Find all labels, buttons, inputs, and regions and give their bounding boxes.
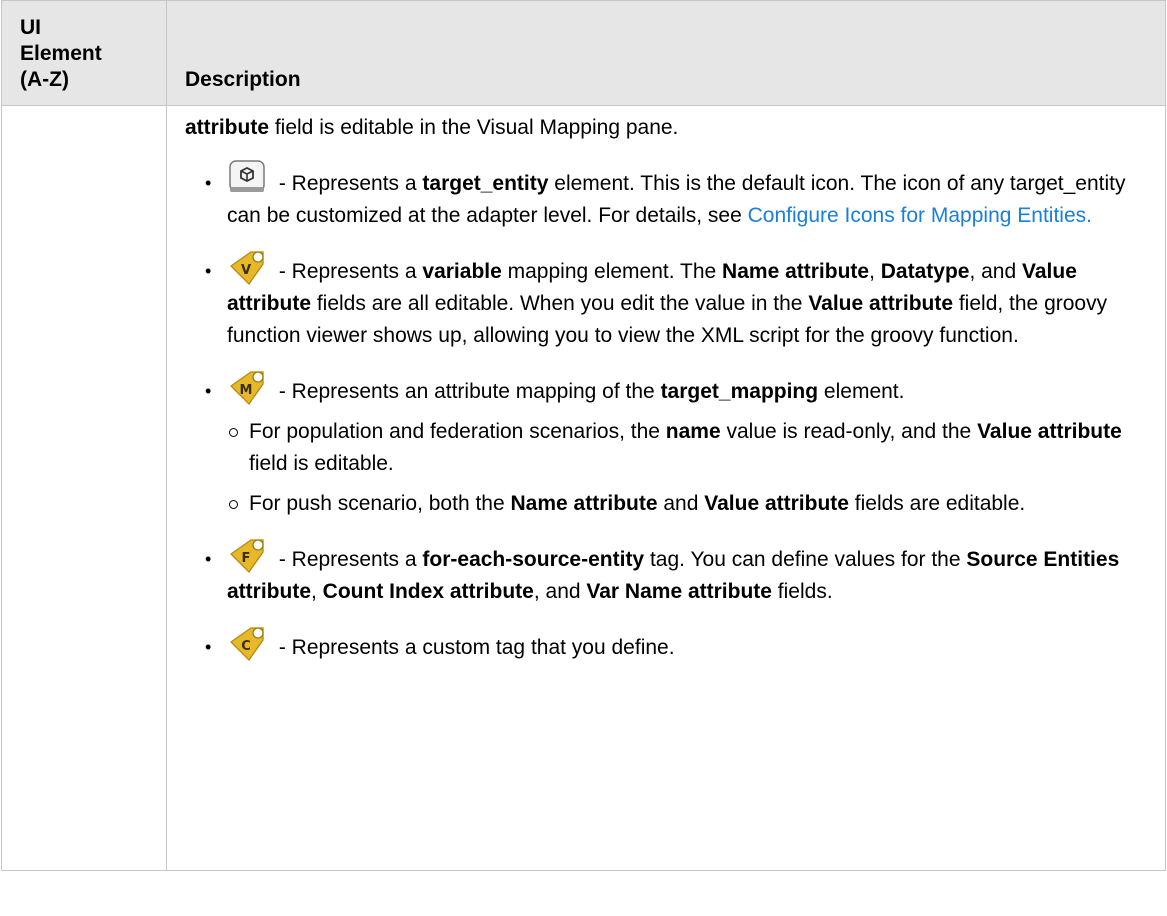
text: For push scenario, both the: [249, 492, 511, 515]
bold-text: Name attribute: [510, 492, 658, 515]
text: - Represents a: [273, 548, 423, 571]
text: - Represents a: [273, 260, 423, 283]
ui-elements-table: UI Element (A-Z) Description attribute f…: [1, 0, 1166, 871]
target-entity-icon: [229, 160, 265, 192]
variable-icon: V: [229, 251, 264, 286]
text: , and: [533, 580, 587, 603]
icon-letter: F: [242, 551, 251, 566]
text: - Represents a: [273, 172, 423, 195]
sub-list-item: For population and federation scenarios,…: [227, 416, 1149, 480]
icon-letter: M: [240, 383, 253, 398]
bold-text: Value attribute: [808, 292, 954, 315]
table-row: attribute field is editable in the Visua…: [1, 105, 1166, 871]
bold-text: Value attribute: [704, 492, 849, 515]
sub-list-item: For push scenario, both the Name attribu…: [227, 488, 1149, 520]
text: fields are editable.: [848, 492, 1026, 515]
list-item-target-entity: - Represents a target_entity element. Th…: [185, 158, 1165, 232]
column-header-description: Description: [166, 0, 1166, 106]
custom-tag-icon: C: [229, 627, 264, 662]
icon-letter: V: [241, 263, 251, 278]
bold-text: target_mapping: [660, 380, 819, 403]
icon-letter: C: [241, 639, 251, 654]
list-item-variable: V - Represents a variable mapping elemen…: [185, 246, 1165, 352]
ui-element-cell: [1, 105, 167, 871]
bold-text: for-each-source-entity: [422, 548, 645, 571]
text: ,: [311, 580, 323, 603]
configure-icons-link[interactable]: Configure Icons for Mapping Entities.: [748, 204, 1092, 227]
table-header-row: UI Element (A-Z) Description: [1, 0, 1166, 106]
text: ,: [869, 260, 881, 283]
text: and: [657, 492, 705, 515]
column-header-line: UI: [20, 16, 41, 39]
bold-text: Value attribute: [977, 420, 1122, 443]
bold-text: target_entity: [422, 172, 549, 195]
lead-paragraph: attribute field is editable in the Visua…: [185, 112, 1165, 144]
text: fields.: [771, 580, 833, 603]
bold-text: name: [665, 420, 721, 443]
text: field is editable.: [249, 452, 394, 475]
text: - Represents an attribute mapping of the: [273, 380, 661, 403]
bold-text: Datatype: [880, 260, 970, 283]
sub-list: For population and federation scenarios,…: [227, 416, 1149, 520]
list-item-target-mapping: M - Represents an attribute mapping of t…: [185, 366, 1165, 520]
description-cell: attribute field is editable in the Visua…: [166, 105, 1166, 871]
bold-text: Var Name attribute: [586, 580, 772, 603]
bold-text: Count Index attribute: [322, 580, 534, 603]
list-item-for-each-source-entity: F - Represents a for-each-source-entity …: [185, 534, 1165, 608]
text: value is read-only, and the: [720, 420, 978, 443]
list-item-custom-tag: C - Represents a custom tag that you def…: [185, 622, 1165, 664]
text: tag. You can define values for the: [644, 548, 967, 571]
mapping-icon: M: [229, 371, 264, 406]
text: For population and federation scenarios,…: [249, 420, 666, 443]
text: element.: [818, 380, 905, 403]
text: field is editable in the Visual Mapping …: [269, 116, 679, 139]
column-header-ui-element: UI Element (A-Z): [1, 0, 167, 106]
icon-list: - Represents a target_entity element. Th…: [185, 158, 1165, 664]
text: fields are all editable. When you edit t…: [311, 292, 809, 315]
bold-text: variable: [422, 260, 502, 283]
bold-text: Name attribute: [722, 260, 870, 283]
bold-text: attribute: [185, 116, 269, 139]
text: mapping element. The: [501, 260, 723, 283]
text: , and: [969, 260, 1022, 283]
for-each-icon: F: [229, 539, 264, 574]
column-header-line: (A-Z): [20, 68, 69, 91]
text: - Represents a custom tag that you defin…: [273, 636, 675, 659]
column-header-line: Element: [20, 42, 102, 65]
